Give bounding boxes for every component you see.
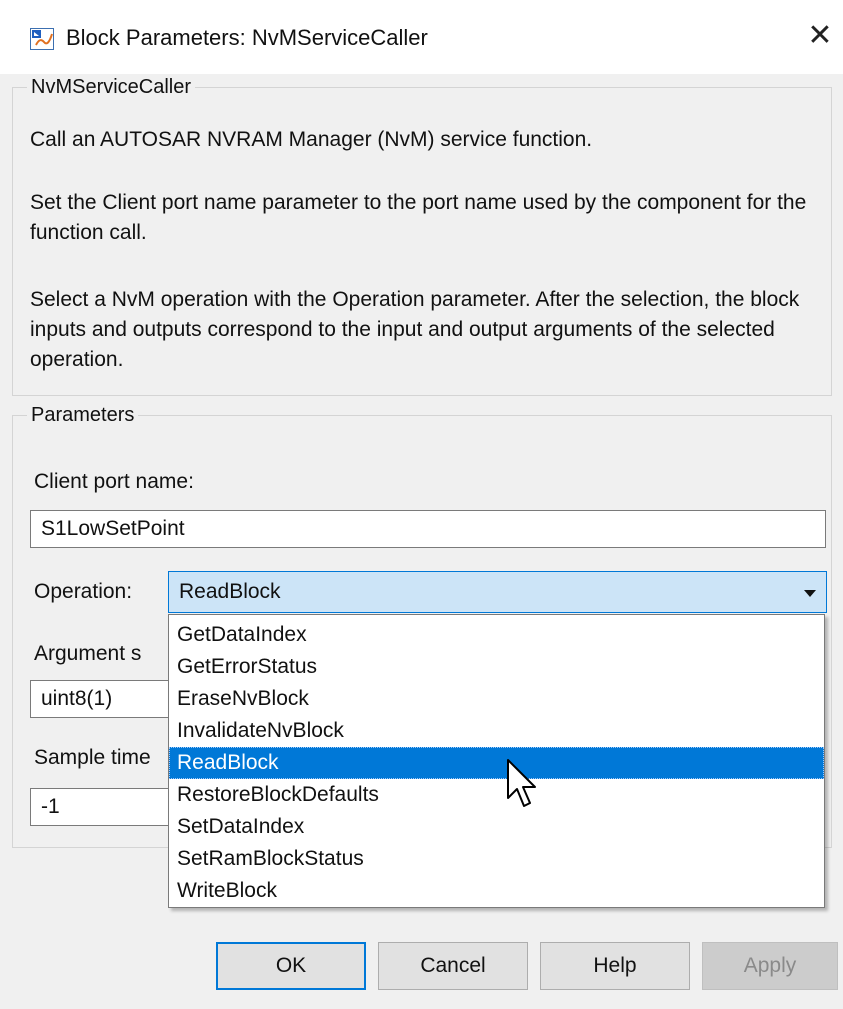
help-button[interactable]: Help: [540, 942, 690, 990]
dropdown-option-readblock[interactable]: ReadBlock: [169, 747, 824, 779]
window-title: Block Parameters: NvMServiceCaller: [66, 25, 428, 50]
close-button[interactable]: ✕: [800, 16, 840, 56]
parameters-legend: Parameters: [31, 404, 135, 426]
dropdown-option-writeblock[interactable]: WriteBlock: [169, 875, 824, 907]
mouse-pointer-icon: [506, 758, 540, 812]
dropdown-option-getdataindex[interactable]: GetDataIndex: [169, 619, 824, 651]
client-port-input[interactable]: S1LowSetPoint: [30, 510, 826, 548]
cancel-button[interactable]: Cancel: [378, 942, 528, 990]
dropdown-option-setdataindex[interactable]: SetDataIndex: [169, 811, 824, 843]
argument-label: Argument s: [34, 642, 142, 665]
title-bar: Block Parameters: NvMServiceCaller ✕: [0, 0, 843, 74]
description-text-2: Set the Client port name parameter to th…: [30, 191, 807, 244]
operation-label: Operation:: [34, 580, 133, 603]
dropdown-option-invalidatenvblock[interactable]: InvalidateNvBlock: [169, 715, 824, 747]
description-text-3: Select a NvM operation with the Operatio…: [30, 288, 800, 371]
dialog-window: Block Parameters: NvMServiceCaller ✕ NvM…: [0, 0, 843, 1009]
simulink-block-icon: [30, 28, 54, 50]
ok-button[interactable]: OK: [216, 942, 366, 990]
operation-selected-value: ReadBlock: [179, 580, 281, 603]
sample-time-label: Sample time: [34, 746, 151, 769]
sample-time-input[interactable]: -1: [30, 788, 170, 826]
close-icon: ✕: [807, 19, 833, 52]
description-text-1: Call an AUTOSAR NVRAM Manager (NvM) serv…: [30, 128, 593, 151]
operation-select[interactable]: ReadBlock: [168, 571, 827, 613]
dropdown-option-restoreblockdefaults[interactable]: RestoreBlockDefaults: [169, 779, 824, 811]
dropdown-option-erasenvblock[interactable]: EraseNvBlock: [169, 683, 824, 715]
apply-button[interactable]: Apply: [702, 942, 838, 990]
chevron-down-icon[interactable]: [804, 590, 816, 597]
operation-dropdown-list: GetDataIndex GetErrorStatus EraseNvBlock…: [168, 614, 825, 908]
dropdown-option-setramblockstatus[interactable]: SetRamBlockStatus: [169, 843, 824, 875]
argument-input[interactable]: uint8(1): [30, 680, 170, 718]
dropdown-option-geterrorstatus[interactable]: GetErrorStatus: [169, 651, 824, 683]
description-legend: NvMServiceCaller: [31, 76, 192, 98]
client-port-label: Client port name:: [34, 470, 194, 493]
